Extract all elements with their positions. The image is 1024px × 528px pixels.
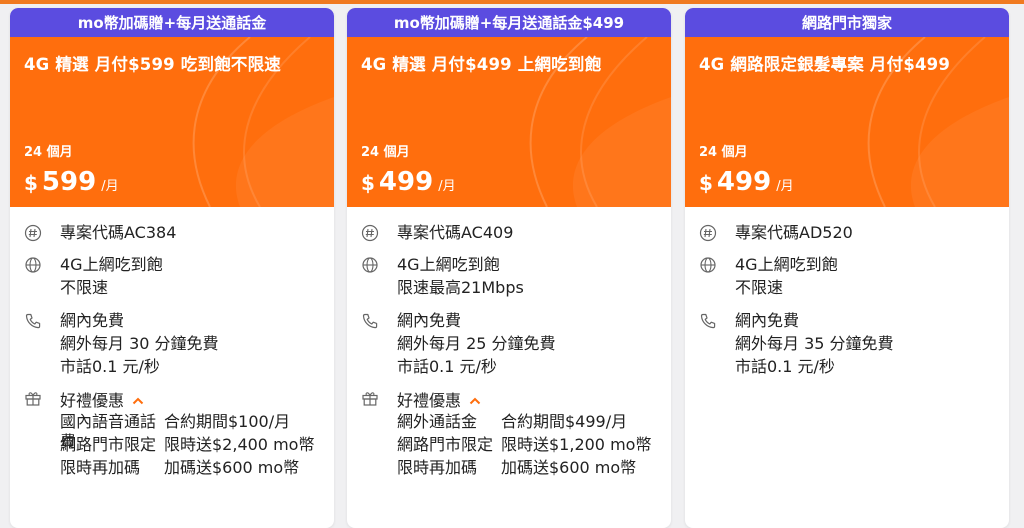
price-amount: 599 — [41, 167, 97, 197]
contract-months: 24 個月 — [361, 145, 410, 160]
project-code-row: 專案代碼AC409 — [361, 224, 513, 247]
voice-line: 網內免費 — [735, 311, 800, 330]
price-currency: $ — [361, 171, 375, 195]
gift-value: 加碼送$600 mo幣 — [164, 458, 300, 477]
voice-line: 市話0.1 元/秒 — [397, 357, 497, 376]
monthly-price: $ 499 /月 — [699, 167, 794, 197]
data-plan-row: 4G上網吃到飽 不限速 — [699, 256, 838, 302]
hash-icon — [361, 224, 379, 242]
contract-months: 24 個月 — [24, 145, 73, 160]
price-period: /月 — [438, 179, 456, 194]
plan-title: 4G 網路限定銀髮專案 月付$499 — [699, 55, 951, 74]
gift-table: 網外通話金 合約期間$499/月 網路門市限定 限時送$1,200 mo幣 限時再加… — [397, 412, 651, 477]
gift-toggle[interactable]: 好禮優惠 — [397, 389, 651, 412]
gift-value: 合約期間$499/月 — [501, 412, 628, 431]
voice-line: 網內免費 — [397, 311, 462, 330]
gift-value: 限時送$2,400 mo幣 — [164, 435, 315, 454]
gift-offer-row: 好禮優惠 網外通話金 合約期間$499/月 網路門市限定 限時送$1,200 mo幣… — [361, 389, 651, 477]
promo-ribbon: 網路門市獨家 — [685, 8, 1009, 37]
voice-plan-row: 網內免費 網外每月 25 分鐘免費 市話0.1 元/秒 — [361, 312, 556, 381]
gift-item: 網路門市限定 限時送$1,200 mo幣 — [397, 435, 651, 458]
gift-key: 網路門市限定 — [397, 435, 494, 454]
voice-plan-row: 網內免費 網外每月 30 分鐘免費 市話0.1 元/秒 — [24, 312, 219, 381]
data-line: 4G上網吃到飽 — [60, 255, 163, 274]
phone-icon — [699, 312, 717, 330]
voice-line: 市話0.1 元/秒 — [60, 357, 160, 376]
gift-key: 網路門市限定 — [60, 435, 157, 454]
plan-card[interactable]: 網路門市獨家 4G 網路限定銀髮專案 月付$499 24 個月 $ 499 /月… — [685, 8, 1009, 528]
monthly-price: $ 599 /月 — [24, 167, 119, 197]
project-code-row: 專案代碼AC384 — [24, 224, 176, 247]
data-line: 4G上網吃到飽 — [735, 255, 838, 274]
price-period: /月 — [776, 179, 794, 194]
hash-icon — [699, 224, 717, 242]
price-currency: $ — [24, 171, 38, 195]
chevron-up-icon[interactable] — [132, 392, 144, 410]
plan-card-list: mo幣加碼贈+每月送通話金 4G 精選 月付$599 吃到飽不限速 24 個月 … — [0, 0, 1024, 528]
voice-line: 市話0.1 元/秒 — [735, 357, 835, 376]
gift-title: 好禮優惠 — [60, 390, 125, 410]
globe-icon — [699, 256, 717, 274]
project-code: 專案代碼AC384 — [60, 223, 177, 242]
project-code-row: 專案代碼AD520 — [699, 224, 853, 247]
gift-value: 合約期間$100/月 — [164, 412, 291, 431]
plan-hero[interactable]: 4G 精選 月付$599 吃到飽不限速 24 個月 $ 599 /月 — [10, 37, 334, 207]
gift-item: 限時再加碼 加碼送$600 mo幣 — [397, 458, 651, 481]
gift-icon — [361, 389, 379, 407]
chevron-up-icon[interactable] — [469, 392, 481, 410]
plan-card[interactable]: mo幣加碼贈+每月送通話金 4G 精選 月付$599 吃到飽不限速 24 個月 … — [10, 8, 334, 528]
phone-icon — [24, 312, 42, 330]
gift-key: 國內語音通話費 — [60, 412, 157, 451]
gift-icon — [24, 389, 42, 407]
voice-line: 網外每月 35 分鐘免費 — [735, 334, 894, 353]
gift-key: 網外通話金 — [397, 412, 478, 431]
price-amount: 499 — [378, 167, 434, 197]
plan-hero[interactable]: 4G 精選 月付$499 上網吃到飽 24 個月 $ 499 /月 — [347, 37, 671, 207]
hash-icon — [24, 224, 42, 242]
data-plan-row: 4G上網吃到飽 限速最高21Mbps — [361, 256, 524, 302]
globe-icon — [361, 256, 379, 274]
price-period: /月 — [101, 179, 119, 194]
voice-line: 網外每月 30 分鐘免費 — [60, 334, 219, 353]
project-code: 專案代碼AC409 — [397, 223, 514, 242]
gift-toggle[interactable]: 好禮優惠 — [60, 389, 314, 412]
data-line: 不限速 — [735, 278, 784, 297]
gift-value: 加碼送$600 mo幣 — [501, 458, 637, 477]
gift-key: 限時再加碼 — [60, 458, 141, 477]
gift-title: 好禮優惠 — [397, 390, 462, 410]
voice-line: 網外每月 25 分鐘免費 — [397, 334, 556, 353]
gift-value: 限時送$1,200 mo幣 — [501, 435, 652, 454]
data-line: 4G上網吃到飽 — [397, 255, 500, 274]
plan-card[interactable]: mo幣加碼贈+每月送通話金$499 4G 精選 月付$499 上網吃到飽 24 … — [347, 8, 671, 528]
data-line: 限速最高21Mbps — [397, 278, 524, 297]
promo-ribbon: mo幣加碼贈+每月送通話金$499 — [347, 8, 671, 37]
plan-hero[interactable]: 4G 網路限定銀髮專案 月付$499 24 個月 $ 499 /月 — [685, 37, 1009, 207]
gift-table: 國內語音通話費 合約期間$100/月 網路門市限定 限時送$2,400 mo幣 限時… — [60, 412, 314, 477]
phone-icon — [361, 312, 379, 330]
price-amount: 499 — [716, 167, 772, 197]
gift-key: 限時再加碼 — [397, 458, 478, 477]
gift-item: 國內語音通話費 合約期間$100/月 — [60, 412, 314, 451]
plan-title: 4G 精選 月付$499 上網吃到飽 — [361, 55, 602, 74]
gift-item: 網外通話金 合約期間$499/月 — [397, 412, 651, 435]
project-code: 專案代碼AD520 — [735, 223, 853, 242]
monthly-price: $ 499 /月 — [361, 167, 456, 197]
voice-plan-row: 網內免費 網外每月 35 分鐘免費 市話0.1 元/秒 — [699, 312, 894, 381]
data-line: 不限速 — [60, 278, 109, 297]
plan-title: 4G 精選 月付$599 吃到飽不限速 — [24, 55, 281, 74]
promo-ribbon: mo幣加碼贈+每月送通話金 — [10, 8, 334, 37]
data-plan-row: 4G上網吃到飽 不限速 — [24, 256, 163, 302]
price-currency: $ — [699, 171, 713, 195]
gift-item: 限時再加碼 加碼送$600 mo幣 — [60, 458, 314, 481]
gift-offer-row: 好禮優惠 國內語音通話費 合約期間$100/月 網路門市限定 限時送$2,400 m… — [24, 389, 314, 477]
contract-months: 24 個月 — [699, 145, 748, 160]
voice-line: 網內免費 — [60, 311, 125, 330]
gift-item: 網路門市限定 限時送$2,400 mo幣 — [60, 435, 314, 458]
globe-icon — [24, 256, 42, 274]
